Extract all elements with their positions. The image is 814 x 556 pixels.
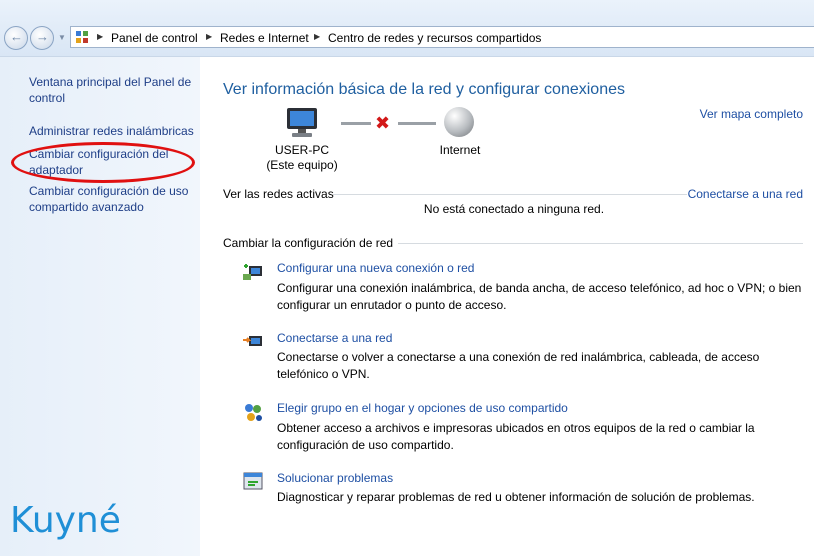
divider — [333, 194, 687, 195]
computer-icon — [287, 108, 317, 137]
red-x-disconnected-icon[interactable]: ✖ — [375, 113, 390, 134]
back-button[interactable]: ← — [4, 26, 28, 50]
highlight-circle — [11, 142, 195, 183]
address-bar[interactable]: ▶ Panel de control ▶ Redes e Internet ▶ … — [70, 26, 814, 48]
connect-to-network-link[interactable]: Conectarse a una red — [688, 187, 803, 201]
connect-network-icon — [243, 336, 262, 346]
navigation-bar: ← → ▼ ▶ Panel de control ▶ Redes e Inter… — [0, 0, 814, 57]
page-title: Ver información básica de la red y confi… — [223, 81, 625, 98]
troubleshoot-link[interactable]: Solucionar problemas — [277, 471, 393, 485]
breadcrumb-panel-de-control[interactable]: Panel de control — [111, 31, 198, 45]
divider — [398, 243, 803, 244]
homegroup-sharing-description: Obtener acceso a archivos e impresoras u… — [277, 421, 755, 452]
computer-note: (Este equipo) — [266, 158, 338, 172]
sidebar-item-control-panel-home[interactable]: Ventana principal del Panel de control — [29, 74, 194, 106]
computer-name: USER-PC — [274, 143, 329, 157]
troubleshoot-description: Diagnosticar y reparar problemas de red … — [277, 490, 755, 504]
network-status-text: No está conectado a ninguna red. — [423, 202, 605, 216]
watermark: Kuyné — [10, 500, 121, 541]
network-connection-line — [398, 122, 436, 125]
computer-name-label: USER-PC (Este equipo) — [258, 143, 346, 173]
setup-new-connection-description: Configurar una conexión inalámbrica, de … — [277, 281, 802, 312]
sidebar-item-manage-wireless[interactable]: Administrar redes inalámbricas — [29, 123, 194, 139]
see-full-map-link[interactable]: Ver mapa completo — [700, 107, 803, 121]
history-dropdown-icon[interactable]: ▼ — [58, 33, 66, 42]
internet-label: Internet — [439, 143, 481, 157]
homegroup-icon — [245, 404, 262, 421]
connect-to-network-description: Conectarse o volver a conectarse a una c… — [277, 350, 760, 381]
forward-arrow-icon: → — [36, 29, 49, 44]
network-connection-line — [341, 122, 371, 125]
connect-to-network-task-link[interactable]: Conectarse a una red — [277, 331, 392, 345]
breadcrumb-separator-icon[interactable]: ▶ — [314, 32, 320, 41]
breadcrumb-redes-e-internet[interactable]: Redes e Internet — [220, 31, 309, 45]
troubleshoot-icon — [243, 472, 263, 490]
breadcrumb-separator-icon[interactable]: ▶ — [206, 32, 212, 41]
forward-button[interactable]: → — [30, 26, 54, 50]
breadcrumb-separator-icon[interactable]: ▶ — [97, 32, 103, 41]
back-arrow-icon: ← — [10, 29, 23, 44]
new-connection-icon — [243, 264, 262, 280]
breadcrumb-centro-de-redes[interactable]: Centro de redes y recursos compartidos — [328, 31, 541, 45]
sidebar-item-advanced-sharing[interactable]: Cambiar configuración de uso compartido … — [29, 183, 194, 215]
setup-new-connection-link[interactable]: Configurar una nueva conexión o red — [277, 261, 474, 275]
sidebar: Ventana principal del Panel de control A… — [0, 57, 200, 556]
control-panel-icon — [76, 31, 88, 43]
internet-globe-icon — [444, 107, 474, 137]
active-networks-heading: Ver las redes activas — [223, 187, 334, 201]
change-settings-heading: Cambiar la configuración de red — [223, 236, 394, 250]
homegroup-sharing-link[interactable]: Elegir grupo en el hogar y opciones de u… — [277, 401, 568, 415]
